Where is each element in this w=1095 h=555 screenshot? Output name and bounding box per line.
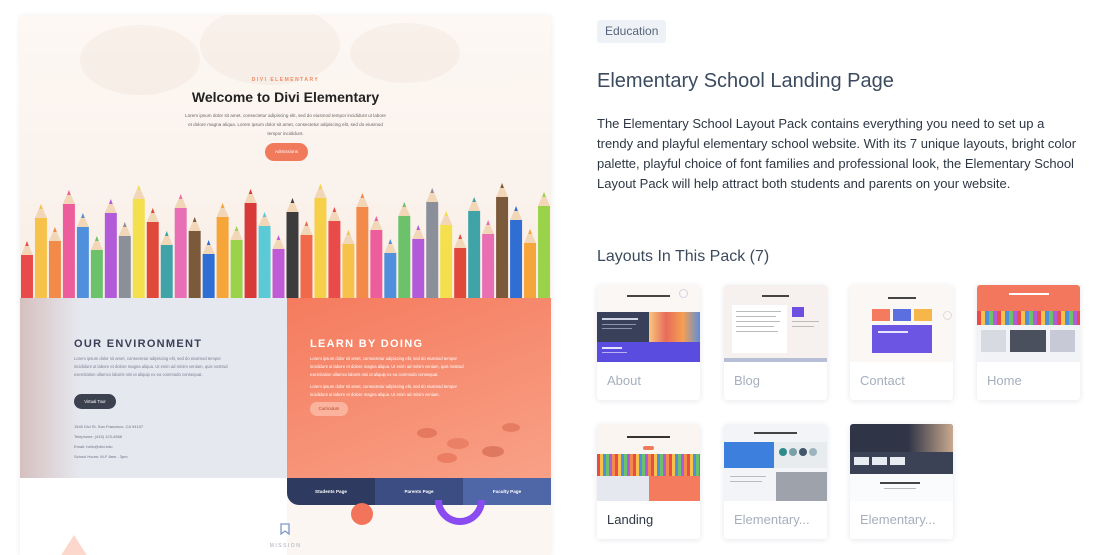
layout-card-label: Contact	[860, 373, 905, 388]
layout-thumbnail	[850, 424, 953, 501]
decorative-circle	[351, 503, 373, 525]
pencil	[384, 239, 397, 300]
pencil	[34, 204, 47, 300]
layout-card-elementary-1[interactable]: Elementary...	[724, 424, 827, 539]
preview-hero: DIVI ELEMENTARY Welcome to Divi Elementa…	[20, 15, 551, 300]
pencil	[146, 208, 159, 300]
layouts-heading: Layouts In This Pack (7)	[597, 248, 770, 265]
preview-learn-section: LEARN BY DOING Lorem ipsum dolor sit ame…	[287, 298, 551, 478]
pencil	[496, 183, 509, 300]
pencil	[454, 234, 467, 300]
environment-title: OUR ENVIRONMENT	[74, 338, 203, 350]
pencil	[286, 198, 299, 300]
child-photo	[20, 298, 80, 478]
pencil	[510, 206, 523, 300]
pencil	[272, 235, 285, 300]
pencil	[48, 227, 61, 300]
pencil	[314, 184, 327, 300]
pencil	[538, 192, 550, 300]
env-email: Email: hello@divi.edu	[74, 444, 113, 449]
layout-card-label: Landing	[607, 512, 654, 527]
colored-pencils-image	[21, 183, 550, 300]
virtual-tour-button: Virtual Tour	[74, 394, 116, 409]
layout-card-elementary-2[interactable]: Elementary...	[850, 424, 953, 539]
layout-card-contact[interactable]: Contact	[850, 285, 953, 400]
bookmark-icon	[278, 523, 292, 537]
pencil	[188, 217, 201, 300]
pencil	[62, 190, 75, 300]
layout-card-label: Elementary...	[860, 512, 936, 527]
learn-paragraph-2: Lorem ipsum dolor sit amet, consectetur …	[310, 384, 457, 397]
pencil	[426, 188, 439, 300]
layout-pack-detail: DIVI ELEMENTARY Welcome to Divi Elementa…	[0, 0, 1095, 555]
pencil	[328, 207, 341, 300]
preview-hero-text: Lorem ipsum dolor sit amet, consectetur …	[185, 113, 386, 136]
category-badge[interactable]: Education	[597, 20, 667, 43]
layout-thumbnail	[724, 285, 827, 362]
tab-students: Students Page	[287, 478, 375, 505]
pencil	[202, 240, 215, 300]
mission-label: MISSION	[269, 543, 302, 549]
pencil	[174, 194, 187, 300]
learn-paragraph-1: Lorem ipsum dolor sit amet, consectetur …	[310, 356, 464, 377]
learn-title: LEARN BY DOING	[310, 338, 424, 350]
pencil	[244, 189, 257, 300]
pencil	[370, 216, 383, 300]
environment-text: Lorem ipsum dolor sit amet, consectetur …	[74, 356, 228, 377]
layout-thumbnail	[724, 424, 827, 501]
curriculum-button: Curriculum	[310, 402, 348, 416]
pencil	[21, 241, 33, 300]
layout-card-label: Elementary...	[734, 512, 810, 527]
pencil	[524, 229, 537, 300]
layout-card-blog[interactable]: Blog	[724, 285, 827, 400]
layout-card-label: Home	[987, 373, 1022, 388]
env-address: 1545 Divi St. San Francisco, CA 94107	[74, 424, 144, 429]
pencil	[90, 236, 103, 300]
layout-thumbnail	[597, 285, 700, 362]
pencil	[356, 193, 369, 300]
layout-preview[interactable]: DIVI ELEMENTARY Welcome to Divi Elementa…	[20, 15, 551, 555]
pencil	[468, 197, 481, 300]
layout-thumbnail	[597, 424, 700, 501]
pack-description: The Elementary School Layout Pack contai…	[597, 116, 1077, 191]
preview-environment-section: OUR ENVIRONMENT Lorem ipsum dolor sit am…	[20, 298, 287, 478]
layout-thumbnail	[850, 285, 953, 362]
layout-card-landing[interactable]: Landing	[597, 424, 700, 539]
pencil	[398, 202, 411, 300]
pencil	[482, 220, 495, 300]
layout-card-about[interactable]: About	[597, 285, 700, 400]
pencil	[230, 226, 243, 300]
layout-thumbnail	[977, 285, 1080, 362]
pencil	[300, 221, 313, 300]
pencil	[76, 213, 89, 300]
environment-contact-info: 1545 Divi St. San Francisco, CA 94107 Te…	[74, 422, 194, 462]
preview-title: Welcome to Divi Elementary	[191, 89, 380, 105]
preview-page-tabs: Students Page Parents Page Faculty Page	[287, 478, 551, 505]
page-title: Elementary School Landing Page	[597, 70, 894, 92]
layout-card-label: About	[607, 373, 641, 388]
env-hours: School Hours: M-F 8am - 3pm	[74, 454, 128, 459]
preview-eyebrow: DIVI ELEMENTARY	[251, 77, 320, 83]
pencil	[440, 211, 453, 300]
pencil	[216, 203, 229, 300]
learn-text: Lorem ipsum dolor sit amet, consectetur …	[310, 355, 470, 399]
pencil	[118, 222, 131, 300]
preview-admissions-button: Admissions	[265, 143, 308, 161]
pencil	[160, 231, 173, 300]
pencil	[342, 230, 355, 300]
pencil	[258, 212, 271, 300]
layout-card-label: Blog	[734, 373, 761, 388]
pencil	[104, 199, 117, 300]
layout-card-home[interactable]: Home	[977, 285, 1080, 400]
pencil	[132, 185, 145, 300]
pencil	[412, 225, 425, 300]
env-phone: Telephone: (415) 123-4566	[74, 434, 123, 439]
